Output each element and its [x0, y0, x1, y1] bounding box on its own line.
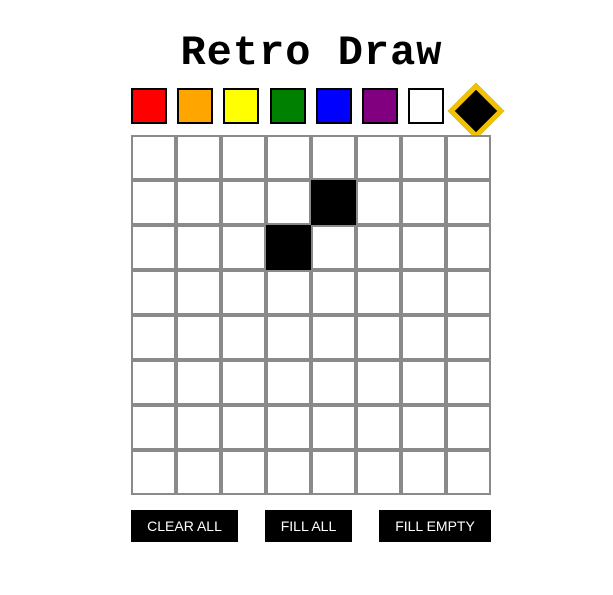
grid-cell-r2-c1[interactable]: [176, 225, 221, 270]
grid-cell-r5-c4[interactable]: [311, 360, 356, 405]
grid-cell-r2-c3[interactable]: [266, 225, 311, 270]
grid-cell-r4-c3[interactable]: [266, 315, 311, 360]
grid-cell-r5-c0[interactable]: [131, 360, 176, 405]
grid-cell-r7-c7[interactable]: [446, 450, 491, 495]
swatch-orange[interactable]: [177, 88, 213, 124]
grid-cell-r4-c7[interactable]: [446, 315, 491, 360]
grid-cell-r5-c1[interactable]: [176, 360, 221, 405]
grid-cell-r7-c0[interactable]: [131, 450, 176, 495]
grid-cell-r7-c3[interactable]: [266, 450, 311, 495]
grid-cell-r4-c6[interactable]: [401, 315, 446, 360]
swatch-green[interactable]: [270, 88, 306, 124]
grid-cell-r2-c5[interactable]: [356, 225, 401, 270]
grid-cell-r1-c4[interactable]: [311, 180, 356, 225]
grid-cell-r1-c3[interactable]: [266, 180, 311, 225]
grid-cell-r3-c0[interactable]: [131, 270, 176, 315]
grid-cell-r0-c1[interactable]: [176, 135, 221, 180]
grid-cell-r5-c3[interactable]: [266, 360, 311, 405]
grid-cell-r5-c6[interactable]: [401, 360, 446, 405]
grid-cell-r7-c2[interactable]: [221, 450, 266, 495]
swatch-purple[interactable]: [362, 88, 398, 124]
clear-all-button[interactable]: CLEAR ALL: [131, 510, 238, 542]
grid-cell-r6-c5[interactable]: [356, 405, 401, 450]
grid-cell-r0-c0[interactable]: [131, 135, 176, 180]
grid-cell-r7-c1[interactable]: [176, 450, 221, 495]
grid-cell-r2-c6[interactable]: [401, 225, 446, 270]
grid-cell-r4-c5[interactable]: [356, 315, 401, 360]
grid-cell-r6-c1[interactable]: [176, 405, 221, 450]
grid-cell-r4-c0[interactable]: [131, 315, 176, 360]
grid-cell-r2-c0[interactable]: [131, 225, 176, 270]
grid-cell-r1-c7[interactable]: [446, 180, 491, 225]
grid-cell-r0-c2[interactable]: [221, 135, 266, 180]
grid-cell-r1-c2[interactable]: [221, 180, 266, 225]
swatch-white[interactable]: [408, 88, 444, 124]
swatch-red[interactable]: [131, 88, 167, 124]
grid-cell-r3-c2[interactable]: [221, 270, 266, 315]
controls-bar: CLEAR ALL FILL ALL FILL EMPTY: [0, 510, 613, 542]
grid-cell-r0-c7[interactable]: [446, 135, 491, 180]
grid-cell-r3-c5[interactable]: [356, 270, 401, 315]
grid-cell-r6-c2[interactable]: [221, 405, 266, 450]
fill-empty-button[interactable]: FILL EMPTY: [379, 510, 491, 542]
grid-cell-r0-c5[interactable]: [356, 135, 401, 180]
grid-cell-r4-c2[interactable]: [221, 315, 266, 360]
grid-cell-r0-c6[interactable]: [401, 135, 446, 180]
grid-cell-r2-c2[interactable]: [221, 225, 266, 270]
swatch-blue[interactable]: [316, 88, 352, 124]
grid-cell-r2-c7[interactable]: [446, 225, 491, 270]
grid-cell-r5-c5[interactable]: [356, 360, 401, 405]
retro-draw-app: Retro Draw CLEAR ALL FILL ALL FILL EMPTY: [0, 0, 613, 595]
grid-cell-r7-c6[interactable]: [401, 450, 446, 495]
grid-cell-r4-c1[interactable]: [176, 315, 221, 360]
grid-cell-r3-c3[interactable]: [266, 270, 311, 315]
grid-cell-r1-c0[interactable]: [131, 180, 176, 225]
grid-cell-r6-c3[interactable]: [266, 405, 311, 450]
grid-cell-r0-c3[interactable]: [266, 135, 311, 180]
swatch-yellow[interactable]: [223, 88, 259, 124]
grid-cell-r3-c4[interactable]: [311, 270, 356, 315]
grid-cell-r4-c4[interactable]: [311, 315, 356, 360]
swatch-black[interactable]: [447, 82, 505, 140]
grid-cell-r5-c2[interactable]: [221, 360, 266, 405]
grid-cell-r6-c4[interactable]: [311, 405, 356, 450]
grid-cell-r7-c5[interactable]: [356, 450, 401, 495]
grid-cell-r2-c4[interactable]: [311, 225, 356, 270]
fill-all-button[interactable]: FILL ALL: [265, 510, 352, 542]
grid-cell-r3-c6[interactable]: [401, 270, 446, 315]
color-palette: [131, 82, 505, 140]
pixel-grid: [131, 135, 491, 495]
grid-cell-r1-c5[interactable]: [356, 180, 401, 225]
grid-cell-r0-c4[interactable]: [311, 135, 356, 180]
page-title: Retro Draw: [180, 29, 443, 77]
grid-cell-r1-c6[interactable]: [401, 180, 446, 225]
grid-cell-r6-c0[interactable]: [131, 405, 176, 450]
grid-cell-r5-c7[interactable]: [446, 360, 491, 405]
grid-cell-r3-c1[interactable]: [176, 270, 221, 315]
grid-cell-r3-c7[interactable]: [446, 270, 491, 315]
grid-cell-r6-c6[interactable]: [401, 405, 446, 450]
grid-cell-r7-c4[interactable]: [311, 450, 356, 495]
grid-cell-r6-c7[interactable]: [446, 405, 491, 450]
grid-cell-r1-c1[interactable]: [176, 180, 221, 225]
